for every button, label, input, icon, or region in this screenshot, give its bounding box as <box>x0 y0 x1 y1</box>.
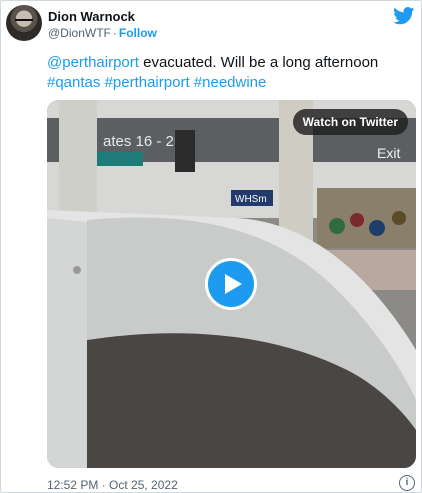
author-name[interactable]: Dion Warnock <box>48 9 135 24</box>
tweet-body: evacuated. Will be a long afternoon <box>138 54 379 71</box>
store-sign: WHSm <box>235 194 267 205</box>
handle-row: @DionWTF · Follow <box>48 26 157 40</box>
hashtag-link[interactable]: #needwine <box>194 74 267 91</box>
hashtag-link[interactable]: #qantas <box>47 74 100 91</box>
gate-sign: ates 16 - 25 <box>103 133 182 150</box>
mention-link[interactable]: @perthairport <box>47 54 139 71</box>
tweet-timestamp[interactable]: 12:52 PM · Oct 25, 2022 <box>47 478 178 492</box>
hashtag-link[interactable]: #perthairport <box>105 74 190 91</box>
watch-on-twitter-button[interactable]: Watch on Twitter <box>292 109 408 135</box>
info-icon[interactable]: i <box>399 475 415 491</box>
avatar[interactable] <box>6 5 42 41</box>
author-handle[interactable]: @DionWTF <box>48 26 111 40</box>
exit-sign: Exit <box>377 145 400 161</box>
tweet-text: @perthairport evacuated. Will be a long … <box>47 53 413 93</box>
play-button[interactable] <box>205 258 257 310</box>
video-player[interactable]: ates 16 - 25 Exit WHSm Watch on Twitter <box>47 100 416 468</box>
twitter-bird-icon[interactable] <box>393 7 415 25</box>
tweet-card: Dion Warnock @DionWTF · Follow @perthairpo… <box>0 0 422 493</box>
avatar-glasses <box>15 19 33 26</box>
separator-dot: · <box>112 26 117 40</box>
follow-button[interactable]: Follow <box>119 26 157 40</box>
play-icon <box>225 274 242 294</box>
